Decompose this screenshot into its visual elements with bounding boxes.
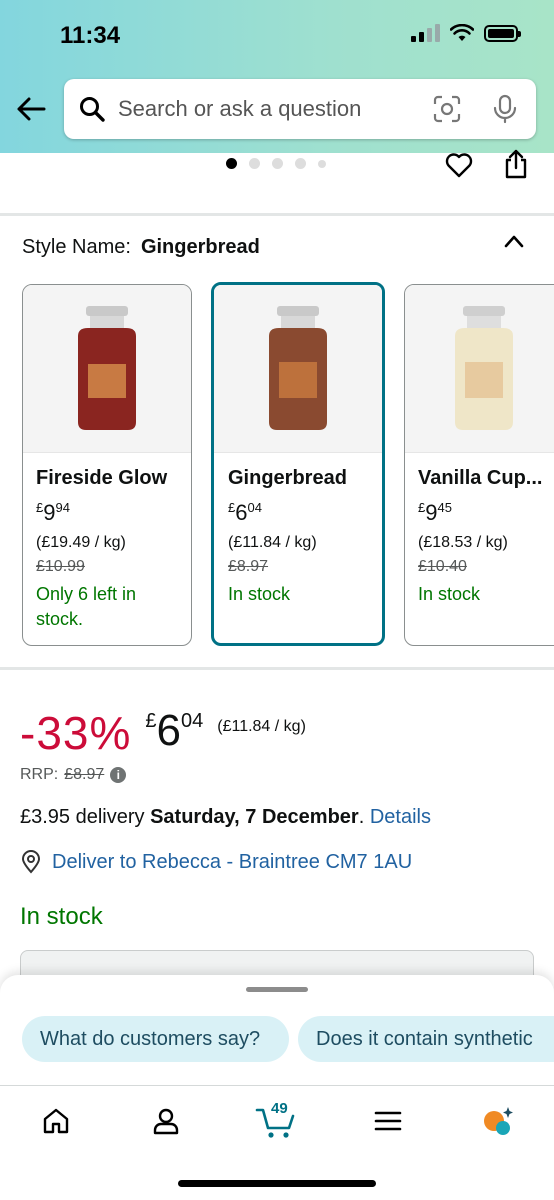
variant-name: Gingerbread <box>228 467 347 489</box>
carousel-dot[interactable] <box>295 158 306 169</box>
variant-name: Fireside Glow <box>36 467 168 489</box>
carousel-dot[interactable] <box>226 158 237 169</box>
sheet-grabber[interactable] <box>246 987 308 992</box>
delivery-details-link[interactable]: Details <box>370 806 431 828</box>
variant-stock-status: In stock <box>418 584 481 604</box>
product-thumbnail <box>23 285 191 453</box>
variant-unit-price: (£11.84 / kg) <box>228 534 317 551</box>
delivery-period: . <box>358 806 370 828</box>
search-icon <box>80 97 105 122</box>
cellular-signal-icon <box>411 24 440 42</box>
carousel-dot[interactable] <box>318 159 326 168</box>
wifi-icon <box>450 24 474 41</box>
variant-price: £994 <box>36 500 70 525</box>
availability-status: In stock <box>20 903 103 930</box>
section-divider <box>0 667 554 670</box>
camera-lens-icon[interactable] <box>432 94 462 124</box>
candle-jar-image <box>455 305 513 430</box>
style-name-row: Style Name: Gingerbread <box>22 236 260 259</box>
variant-stock-status: Only 6 left in stock. <box>36 584 137 629</box>
status-icons <box>411 24 521 42</box>
price-whole: 6 <box>156 706 181 755</box>
variant-stock-status: In stock <box>228 584 291 604</box>
price-fraction: 04 <box>181 710 204 732</box>
account-icon[interactable] <box>151 1106 181 1136</box>
header: 11:34 Search or ask a question <box>0 0 554 153</box>
discount-percentage: -33% <box>20 707 132 759</box>
deliver-to-row[interactable]: Deliver to Rebecca - Braintree CM7 1AU <box>20 850 412 874</box>
share-icon[interactable] <box>502 148 530 180</box>
variant-was-price: £10.99 <box>36 558 85 575</box>
deliver-to-address[interactable]: Deliver to Rebecca - Braintree CM7 1AU <box>52 851 412 874</box>
back-arrow-icon[interactable] <box>14 92 48 126</box>
image-carousel-dots[interactable] <box>226 158 326 169</box>
price-per-kg: (£11.84 / kg) <box>217 718 306 735</box>
variant-price: £604 <box>228 500 262 525</box>
battery-icon <box>484 24 521 42</box>
product-thumbnail <box>214 285 382 453</box>
variant-name: Vanilla Cup... <box>418 467 543 489</box>
suggestion-chip[interactable]: What do customers say? <box>22 1016 289 1062</box>
variant-unit-price: (£18.53 / kg) <box>418 534 508 551</box>
home-indicator[interactable] <box>178 1180 376 1187</box>
rrp-row: RRP: £8.97 i <box>20 766 127 784</box>
variant-card-gingerbread[interactable]: Gingerbread £604 (£11.84 / kg) £8.97 In … <box>211 282 385 646</box>
variant-price: £945 <box>418 500 452 525</box>
delivery-cost: £3.95 delivery <box>20 806 151 828</box>
delivery-date: Saturday, 7 December <box>150 806 359 828</box>
carousel-dot[interactable] <box>272 158 283 169</box>
variant-was-price: £8.97 <box>228 558 269 575</box>
variant-card-fireside-glow[interactable]: Fireside Glow £994 (£19.49 / kg) £10.99 … <box>22 284 192 646</box>
style-name-value: Gingerbread <box>140 236 260 258</box>
location-pin-icon <box>21 850 41 874</box>
delivery-info: £3.95 delivery Saturday, 7 December. Det… <box>20 806 431 829</box>
rrp-label: RRP: <box>20 766 59 783</box>
rrp-value: £8.97 <box>64 766 105 783</box>
variant-unit-price: (£19.49 / kg) <box>36 534 126 551</box>
candle-jar-image <box>78 305 136 430</box>
chevron-up-icon[interactable] <box>502 232 526 250</box>
heart-icon[interactable] <box>444 150 474 180</box>
search-input[interactable]: Search or ask a question <box>118 96 432 122</box>
menu-icon[interactable] <box>373 1106 403 1136</box>
search-bar[interactable]: Search or ask a question <box>64 79 536 139</box>
microphone-icon[interactable] <box>492 94 518 124</box>
suggestion-chip[interactable]: Does it contain synthetic <box>298 1016 554 1062</box>
carousel-dot[interactable] <box>249 158 260 169</box>
product-thumbnail <box>405 285 554 453</box>
home-icon[interactable] <box>41 1106 71 1136</box>
suggestion-sheet: What do customers say? Does it contain s… <box>0 975 554 1085</box>
style-name-label: Style Name: <box>22 236 131 258</box>
variant-card-vanilla-cupcake[interactable]: Vanilla Cup... £945 (£18.53 / kg) £10.40… <box>404 284 554 646</box>
rufus-assistant-icon[interactable] <box>481 1104 515 1138</box>
status-time: 11:34 <box>60 22 121 49</box>
cart-icon[interactable] <box>255 1106 297 1140</box>
price-block: -33% £ 6 04 (£11.84 / kg) <box>20 706 306 760</box>
price-currency: £ <box>145 710 157 732</box>
info-icon[interactable]: i <box>110 767 127 783</box>
candle-jar-image <box>269 305 327 430</box>
variant-was-price: £10.40 <box>418 558 467 575</box>
section-divider <box>0 213 554 216</box>
